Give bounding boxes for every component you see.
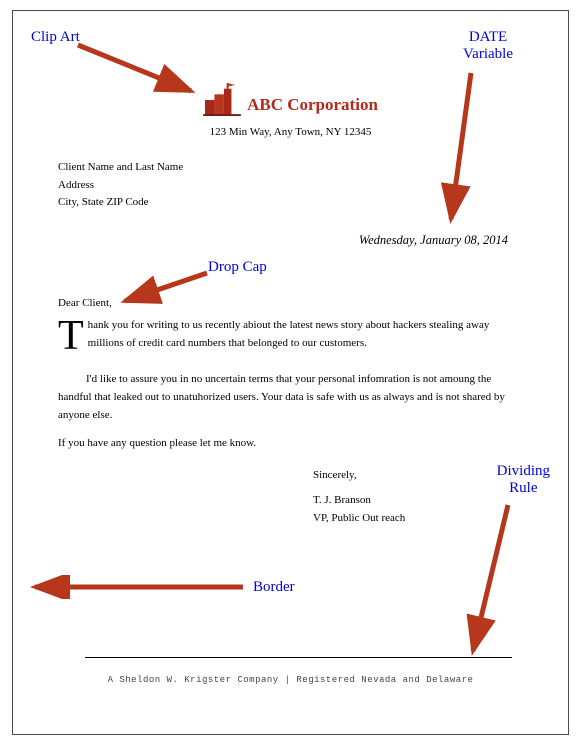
annotation-date-variable: DATE Variable: [463, 29, 513, 63]
arrow-dividing-rule: [453, 501, 523, 661]
client-address-block: Client Name and Last Name Address City, …: [58, 159, 183, 212]
signer-title: VP, Public Out reach: [313, 509, 405, 528]
annotation-drop-cap: Drop Cap: [208, 259, 267, 276]
paragraph-3: If you have any question please let me k…: [58, 434, 520, 452]
company-name: ABC Corporation: [247, 95, 378, 117]
paragraph-1-text: hank you for writing to us recently abio…: [58, 316, 520, 352]
drop-cap-letter: T: [58, 316, 88, 353]
arrow-border: [25, 575, 250, 599]
signature-block: Sincerely, T. J. Branson VP, Public Out …: [313, 466, 405, 528]
salutation: Dear Client,: [58, 297, 112, 309]
closing: Sincerely,: [313, 466, 405, 485]
client-name: Client Name and Last Name: [58, 159, 183, 177]
letterhead: ABC Corporation 123 Min Way, Any Town, N…: [13, 83, 568, 138]
paragraph-1: T hank you for writing to us recently ab…: [58, 316, 520, 360]
letter-body: T hank you for writing to us recently ab…: [58, 316, 520, 453]
annotation-border: Border: [253, 579, 295, 596]
arrow-drop-cap: [115, 269, 215, 309]
paragraph-2: I'd like to assure you in no uncertain t…: [58, 370, 520, 424]
clip-art-icon: [203, 83, 241, 117]
signer-name: T. J. Branson: [313, 491, 405, 510]
dividing-rule: [85, 657, 512, 658]
annotation-dividing-rule: Dividing Rule: [497, 463, 550, 497]
client-city: City, State ZIP Code: [58, 194, 183, 212]
date-variable: Wednesday, January 08, 2014: [359, 233, 508, 248]
footer-text: A Sheldon W. Krigster Company | Register…: [13, 675, 568, 685]
client-address: Address: [58, 177, 183, 195]
company-address: 123 Min Way, Any Town, NY 12345: [13, 126, 568, 138]
document-border: Clip Art DATE Variable Drop Cap Dividing…: [12, 10, 569, 735]
